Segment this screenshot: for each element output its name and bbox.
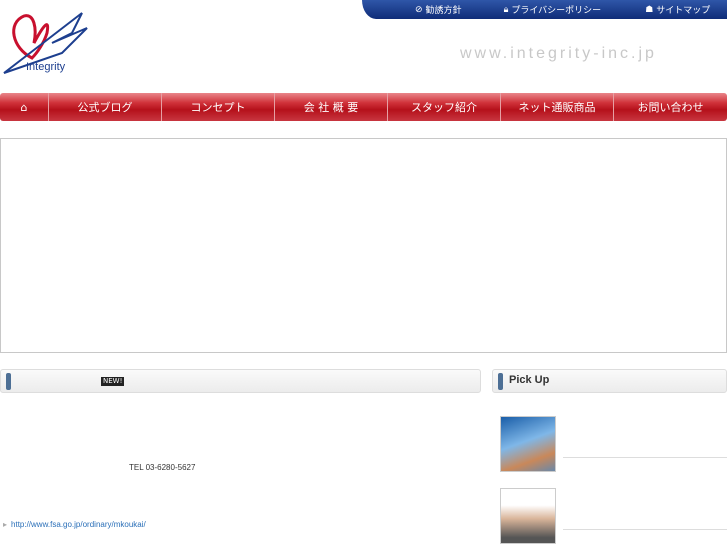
nav-home[interactable]: ⌂ — [0, 93, 49, 121]
topbar-link-sitemap[interactable]: ☗ サイトマップ — [645, 3, 711, 17]
link-label: サイトマップ — [656, 6, 711, 16]
tab-marker-icon — [6, 373, 11, 390]
divider — [563, 529, 727, 530]
link-label: 勧誘方針 — [425, 6, 462, 16]
logo-text: Integrity — [26, 61, 66, 73]
link-label: プライバシーポリシー — [511, 6, 602, 16]
pickup-header: Pick Up — [492, 369, 727, 393]
pickup-title: Pick Up — [509, 374, 550, 386]
nav-concept[interactable]: コンセプト — [162, 93, 275, 121]
hero-banner — [0, 138, 727, 353]
topbar-link-solicitation-policy[interactable]: ⊘ 勧誘方針 — [415, 3, 462, 17]
bullet-icon: ▸ — [3, 520, 8, 529]
top-utility-bar: ⊘ 勧誘方針 🔒︎ プライバシーポリシー ☗ サイトマップ — [362, 0, 727, 19]
nav-company[interactable]: 会 社 概 要 — [275, 93, 388, 121]
main-nav: ⌂ 公式ブログ コンセプト 会 社 概 要 スタッフ紹介 ネット通販商品 お問い… — [0, 93, 727, 121]
lock-icon: 🔒︎ — [503, 4, 509, 15]
nav-contact[interactable]: お問い合わせ — [614, 93, 727, 121]
sitemap-icon: ☗ — [645, 4, 654, 15]
news-header: NEW! — [0, 369, 481, 393]
fsa-link-row[interactable]: ▸ http://www.fsa.go.jp/ordinary/mkoukai/ — [3, 520, 146, 529]
pickup-thumb-staff[interactable] — [500, 488, 556, 544]
new-badge: NEW! — [101, 377, 125, 386]
tab-marker-icon — [498, 373, 503, 390]
nav-blog[interactable]: 公式ブログ — [49, 93, 162, 121]
domain-text: www.integrity-inc.jp — [460, 45, 657, 62]
topbar-link-privacy-policy[interactable]: 🔒︎ プライバシーポリシー — [503, 3, 602, 17]
fsa-link[interactable]: http://www.fsa.go.jp/ordinary/mkoukai/ — [11, 520, 146, 529]
divider — [563, 457, 727, 458]
nav-shop[interactable]: ネット通販商品 — [501, 93, 614, 121]
pickup-thumb-building[interactable] — [500, 416, 556, 472]
home-icon: ⌂ — [20, 100, 28, 114]
tel-text: TEL 03-6280-5627 — [129, 463, 196, 472]
nav-staff[interactable]: スタッフ紹介 — [388, 93, 501, 121]
no-entry-icon: ⊘ — [415, 4, 423, 15]
